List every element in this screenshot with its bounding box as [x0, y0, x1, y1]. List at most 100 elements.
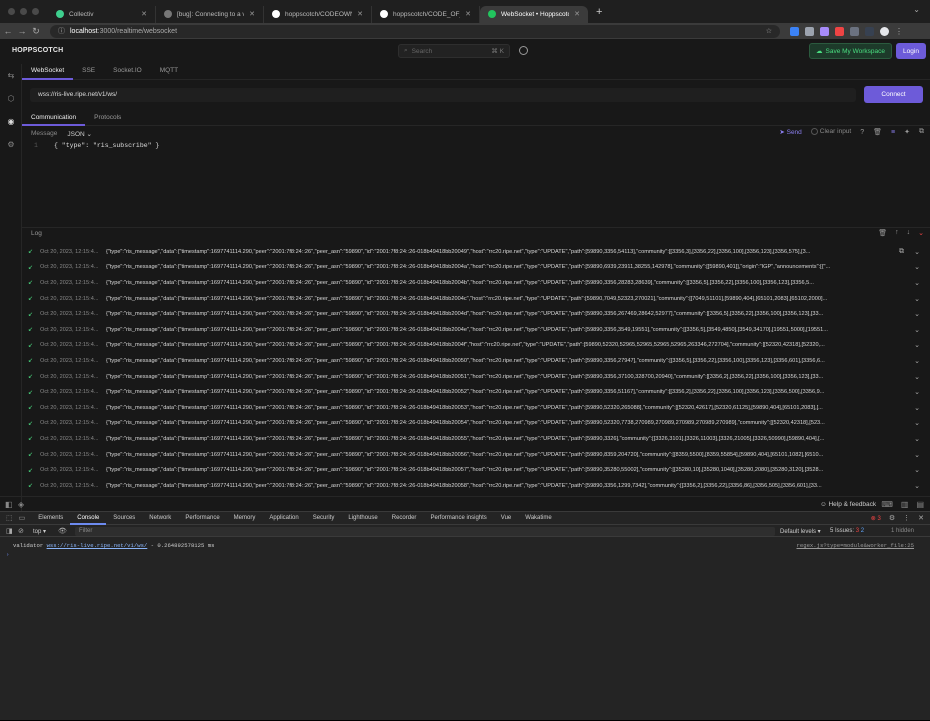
puzzle-icon[interactable] [850, 26, 859, 36]
sidebar-toggle-icon[interactable]: ◧ [5, 500, 13, 509]
log-levels-select[interactable]: Default levels ▾ [780, 528, 821, 535]
globe-icon[interactable] [519, 46, 528, 55]
arrow-up-icon[interactable]: ↑ [895, 229, 899, 237]
panel-icon[interactable]: ▤ [916, 500, 924, 509]
devtools-tab[interactable]: Performance [178, 512, 226, 525]
expand-chevron-icon[interactable]: ⌄ [914, 404, 920, 412]
trash-icon[interactable]: 🗑 [878, 229, 887, 237]
reload-button[interactable]: ↻ [30, 26, 42, 37]
back-button[interactable]: ← [2, 26, 14, 36]
clear-input-toggle[interactable]: Clear input [810, 128, 851, 136]
window-controls[interactable] [0, 8, 48, 15]
forward-button[interactable]: → [16, 26, 28, 36]
brand-logo[interactable]: HOPPSCOTCH [12, 47, 63, 54]
info-icon[interactable]: ⓘ [58, 26, 65, 36]
extension-icon[interactable] [805, 26, 814, 36]
save-workspace-button[interactable]: ☁ Save My Workspace [809, 43, 892, 59]
clear-console-icon[interactable]: ⊘ [18, 527, 24, 535]
realtime-icon[interactable]: ◉ [7, 118, 15, 126]
log-row[interactable]: ↙ Oct 20, 2023, 12:15:4... {"type":"ris_me… [22, 260, 930, 276]
expand-chevron-icon[interactable]: ⌄ [914, 419, 920, 427]
copy-icon[interactable]: ⧉ [919, 128, 924, 136]
menu-icon[interactable]: ⋮ [895, 27, 903, 36]
close-tab-icon[interactable]: ✕ [249, 10, 255, 18]
websocket-url-input[interactable]: wss://ris-live.ripe.net/v1/ws/ [30, 88, 856, 102]
keyboard-icon[interactable]: ⌨ [881, 500, 893, 509]
bookmark-star-icon[interactable]: ☆ [766, 27, 772, 35]
copy-icon[interactable]: ⧉ [899, 248, 904, 256]
layout-icon[interactable]: ▥ [901, 500, 909, 509]
sub-tab[interactable]: Protocols [85, 112, 130, 126]
tab-list-chevron-icon[interactable]: ⌄ [913, 5, 920, 14]
inspect-icon[interactable]: ⬚ [6, 514, 13, 522]
browser-tab[interactable]: hoppscotch/CODE_OF_CONDU... ✕ [372, 5, 480, 23]
devtools-tab[interactable]: Security [306, 512, 342, 525]
expand-chevron-icon[interactable]: ⌄ [914, 263, 920, 271]
expand-chevron-icon[interactable]: ⌄ [914, 357, 920, 365]
expand-chevron-icon[interactable]: ⌄ [914, 248, 920, 256]
search-input[interactable]: ⌕ Search ⌘ K [398, 44, 510, 58]
close-icon[interactable]: ✕ [918, 514, 924, 522]
send-button[interactable]: ➤ Send [779, 128, 801, 136]
sidebar-icon[interactable]: ◨ [6, 527, 13, 535]
devtools-tab[interactable]: Wakatime [518, 512, 558, 525]
devtools-tab[interactable]: Vue [494, 512, 518, 525]
rest-icon[interactable]: ⇆ [7, 72, 15, 80]
log-row[interactable]: ↙ Oct 20, 2023, 12:15:4... {"type":"ris_me… [22, 338, 930, 354]
device-toolbar-icon[interactable]: ▭ [19, 514, 26, 522]
log-row[interactable]: ↙ Oct 20, 2023, 12:15:4... {"type":"ris_me… [22, 447, 930, 463]
sidepanel-icon[interactable] [865, 26, 874, 36]
eye-icon[interactable]: 👁 [58, 527, 67, 535]
profile-avatar[interactable] [880, 26, 889, 36]
expand-chevron-icon[interactable]: ⌄ [914, 279, 920, 287]
extension-icon[interactable] [835, 26, 844, 36]
browser-tab[interactable]: hoppscotch/CODEOWNERS a... ✕ [264, 5, 372, 23]
expand-chevron-icon[interactable]: ⌄ [914, 373, 920, 381]
prettify-icon[interactable]: ✦ [904, 128, 910, 136]
devtools-tab[interactable]: Console [70, 512, 107, 525]
sub-tab[interactable]: Communication [22, 112, 86, 126]
log-row[interactable]: ↙ Oct 20, 2023, 12:15:4... {"type":"ris_me… [22, 478, 930, 494]
vue-icon[interactable]: ◈ [18, 500, 24, 509]
expand-chevron-icon[interactable]: ⌄ [914, 310, 920, 318]
browser-tab[interactable]: [bug]: Connecting to a very hi... ✕ [156, 5, 264, 23]
log-row[interactable]: ↙ Oct 20, 2023, 12:15:4... {"type":"ris_me… [22, 416, 930, 432]
chevron-down-icon[interactable]: ⌄ [918, 229, 924, 237]
new-tab-button[interactable]: + [588, 6, 602, 18]
log-row[interactable]: ↙ Oct 20, 2023, 12:15:4... {"type":"ris_me… [22, 462, 930, 478]
protocol-tab[interactable]: WebSocket [22, 64, 74, 80]
devtools-tab[interactable]: Sources [106, 512, 142, 525]
more-icon[interactable]: ⋮ [903, 514, 910, 522]
protocol-tab[interactable]: Socket.IO [104, 64, 151, 80]
close-tab-icon[interactable]: ✕ [357, 10, 363, 18]
protocol-tab[interactable]: SSE [73, 64, 104, 80]
log-row[interactable]: ↙ Oct 20, 2023, 12:15:4... {"type":"ris_me… [22, 291, 930, 307]
expand-chevron-icon[interactable]: ⌄ [914, 435, 920, 443]
log-row[interactable]: ↙ Oct 20, 2023, 12:15:4... {"type":"ris_me… [22, 431, 930, 447]
connect-button[interactable]: Connect [864, 86, 923, 103]
help-icon[interactable]: ? [860, 129, 864, 136]
close-tab-icon[interactable]: ✕ [465, 10, 471, 18]
close-tab-icon[interactable]: ✕ [574, 10, 580, 18]
expand-chevron-icon[interactable]: ⌄ [914, 466, 920, 474]
help-feedback-button[interactable]: ☺ Help & feedback [820, 501, 876, 508]
expand-chevron-icon[interactable]: ⌄ [914, 295, 920, 303]
issues-button[interactable]: 5 Issues: 3 2 [830, 528, 864, 534]
expand-chevron-icon[interactable]: ⌄ [914, 482, 920, 490]
trash-icon[interactable]: 🗑 [873, 128, 882, 136]
error-count-badge[interactable]: ⊗ 3 [871, 515, 881, 522]
log-source-link[interactable]: regex.js?type=module&worker_file:25 [797, 542, 915, 549]
wrap-lines-icon[interactable]: ≡ [891, 129, 895, 136]
browser-tab[interactable]: WebSocket • Hoppscotch ✕ [480, 5, 588, 23]
log-row[interactable]: ↙ Oct 20, 2023, 12:15:4... {"type":"ris_me… [22, 275, 930, 291]
extension-icon[interactable] [820, 26, 829, 36]
devtools-tab[interactable]: Lighthouse [341, 512, 384, 525]
log-row[interactable]: ↙ Oct 20, 2023, 12:15:4... {"type":"ris_me… [22, 244, 930, 260]
expand-chevron-icon[interactable]: ⌄ [914, 326, 920, 334]
message-editor[interactable]: 1 { "type": "ris_subscribe" } [22, 142, 930, 222]
devtools-tab[interactable]: Elements [31, 512, 70, 525]
url-field[interactable]: ⓘ localhost:3000/realtime/websocket ☆ [50, 24, 780, 38]
expand-chevron-icon[interactable]: ⌄ [914, 341, 920, 349]
log-row[interactable]: ↙ Oct 20, 2023, 12:15:4... {"type":"ris_me… [22, 353, 930, 369]
devtools-tab[interactable]: Application [262, 512, 305, 525]
